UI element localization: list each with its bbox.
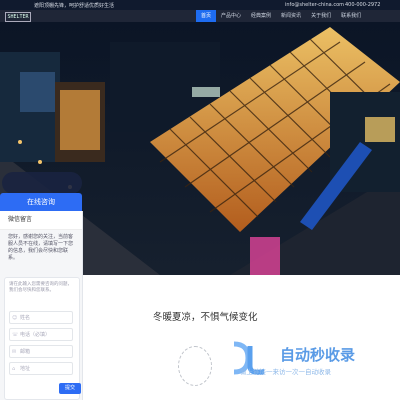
watermark-logo: 自动秒收录 做上链接一来访一次一自动收录 bbox=[233, 341, 355, 376]
chat-panel-title: 微信留言 bbox=[0, 211, 82, 230]
email-text[interactable]: info@shelter-china.com bbox=[285, 2, 344, 8]
name-field[interactable]: ☺ 姓名 bbox=[9, 311, 73, 324]
watermark: 自动秒收录 做上链接一来访一次一自动收录 bbox=[228, 338, 388, 378]
site-logo[interactable]: SHELTER bbox=[5, 12, 31, 22]
submit-button[interactable]: 提交 bbox=[59, 383, 81, 394]
message-textarea[interactable]: 请在此输入您需要咨询的问题，我们会尽快和您联系。 bbox=[9, 282, 73, 308]
chat-greeting: 您好，感谢您的关注，当前客服人员不在线，请填写一下您的信息，我们会尽快和您联系。 bbox=[8, 234, 74, 261]
user-icon: ☺ bbox=[12, 315, 18, 321]
chat-avatar-bubble[interactable] bbox=[2, 172, 82, 194]
feature-icon-ring bbox=[178, 346, 212, 386]
phone-field-placeholder: 电话（必填） bbox=[20, 332, 51, 338]
email-field[interactable]: ✉ 邮箱 bbox=[9, 345, 73, 358]
nav-item-home[interactable]: 首页 bbox=[196, 10, 217, 22]
address-field-placeholder: 地址 bbox=[20, 366, 31, 372]
nav-item-products[interactable]: 产品中心 bbox=[216, 10, 246, 22]
nav-item-about[interactable]: 关于我们 bbox=[306, 10, 336, 22]
nav-item-cases[interactable]: 经典案例 bbox=[246, 10, 276, 22]
slogan-text: 遮阳顶棚先锋，呵护舒适优质好生活 bbox=[34, 2, 115, 9]
email-field-placeholder: 邮箱 bbox=[20, 349, 31, 355]
nav-item-contact[interactable]: 联系我们 bbox=[336, 10, 366, 22]
phone-text[interactable]: 400-000-2972 bbox=[345, 2, 380, 8]
watermark-subtitle: 做上链接一来访一次一自动收录 bbox=[240, 367, 332, 376]
home-icon: ⌂ bbox=[12, 366, 16, 372]
address-field[interactable]: ⌂ 地址 bbox=[9, 362, 73, 375]
online-consult-button[interactable]: 在线咨询 bbox=[0, 193, 82, 211]
section-tagline: 冬暖夏凉，不惧气候变化 bbox=[153, 312, 258, 323]
message-form: 请在此输入您需要咨询的问题，我们会尽快和您联系。 ☺ 姓名 ☏ 电话（必填） ✉… bbox=[4, 277, 81, 400]
nav-items: 首页 产品中心 经典案例 新闻资讯 关于我们 联系我们 bbox=[196, 10, 366, 22]
name-field-placeholder: 姓名 bbox=[20, 315, 31, 321]
mail-icon: ✉ bbox=[12, 349, 17, 355]
top-info-bar: 遮阳顶棚先锋，呵护舒适优质好生活 info@shelter-china.com … bbox=[0, 0, 400, 10]
watermark-title: 自动秒收录 bbox=[280, 346, 355, 364]
main-nav: SHELTER 首页 产品中心 经典案例 新闻资讯 关于我们 联系我们 bbox=[0, 10, 400, 22]
phone-field[interactable]: ☏ 电话（必填） bbox=[9, 328, 73, 341]
nav-item-news[interactable]: 新闻资讯 bbox=[276, 10, 306, 22]
phone-icon: ☏ bbox=[12, 332, 19, 338]
